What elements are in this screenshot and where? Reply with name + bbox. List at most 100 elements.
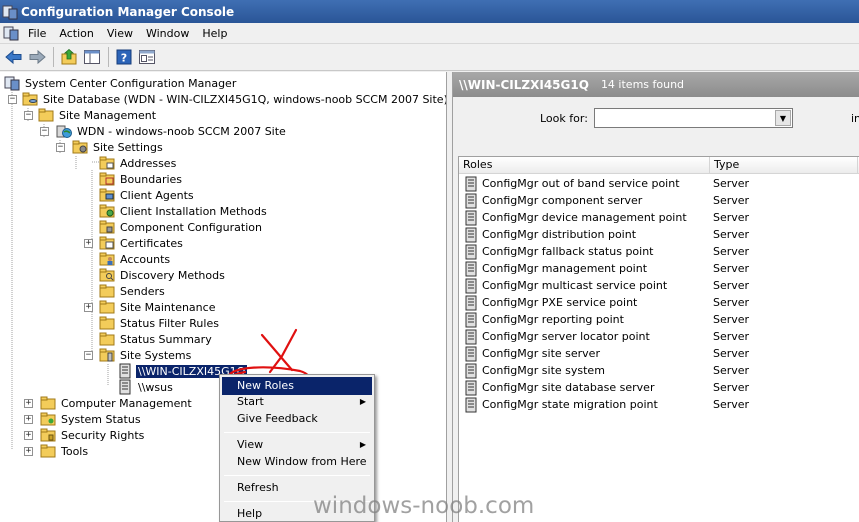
tree-node-client-installation-methods[interactable]: Client Installation Methods <box>99 203 269 219</box>
role-cell: ConfigMgr site server <box>463 346 600 362</box>
table-row[interactable]: ConfigMgr site database server Server <box>459 379 859 396</box>
table-row[interactable]: ConfigMgr distribution point Server <box>459 226 859 243</box>
type-cell: Server <box>713 398 750 411</box>
role-cell: ConfigMgr fallback status point <box>463 244 654 260</box>
menu-item-start[interactable]: Start ▶ <box>222 393 372 411</box>
tree-node-accounts[interactable]: Accounts <box>99 251 172 267</box>
security-folder-icon <box>40 428 56 442</box>
table-row[interactable]: ConfigMgr management point Server <box>459 260 859 277</box>
menu-item-new-window-from-here[interactable]: New Window from Here <box>222 453 372 471</box>
server-role-icon <box>465 193 477 208</box>
menu-action[interactable]: Action <box>54 27 101 40</box>
table-row[interactable]: ConfigMgr PXE service point Server <box>459 294 859 311</box>
tree-node-discovery-methods[interactable]: Discovery Methods <box>99 267 227 283</box>
collapse-toggle[interactable]: − <box>40 127 49 136</box>
database-folder-icon <box>22 92 38 106</box>
expand-toggle[interactable]: + <box>84 303 93 312</box>
tree-node-computer-management[interactable]: Computer Management <box>40 395 194 411</box>
folder-icon <box>99 300 115 314</box>
type-cell: Server <box>713 364 750 377</box>
help-button[interactable]: ? <box>113 46 135 68</box>
back-button[interactable] <box>3 46 25 68</box>
menu-window[interactable]: Window <box>141 27 197 40</box>
tools-folder-icon <box>40 444 56 458</box>
tree-node-senders[interactable]: Senders <box>99 283 167 299</box>
tree-node-tools[interactable]: Tools <box>40 443 90 459</box>
tree-node-status-filter-rules[interactable]: Status Filter Rules <box>99 315 221 331</box>
expand-toggle[interactable]: + <box>84 239 93 248</box>
column-header-roles[interactable]: Roles <box>459 157 710 174</box>
table-row[interactable]: ConfigMgr device management point Server <box>459 209 859 226</box>
tree-label: Certificates <box>120 236 183 250</box>
role-cell: ConfigMgr component server <box>463 193 642 209</box>
expand-toggle[interactable]: + <box>24 447 33 456</box>
properties-icon <box>139 50 155 64</box>
tree-node-site-systems[interactable]: Site Systems <box>99 347 193 363</box>
tree-node-server-wsus[interactable]: \\wsus <box>117 379 175 395</box>
collapse-toggle[interactable]: − <box>24 111 33 120</box>
table-row[interactable]: ConfigMgr out of band service point Serve… <box>459 175 859 192</box>
column-header-type[interactable]: Type <box>710 157 858 174</box>
collapse-toggle[interactable]: − <box>8 95 17 104</box>
table-row[interactable]: ConfigMgr state migration point Server <box>459 396 859 413</box>
folder-icon <box>99 332 115 346</box>
dropdown-arrow-icon[interactable]: ▼ <box>775 110 791 126</box>
tree-label: Tools <box>61 444 89 458</box>
role-name: ConfigMgr distribution point <box>482 228 637 241</box>
tree-node-boundaries[interactable]: Boundaries <box>99 171 184 187</box>
tree-label: System Center Configuration Manager <box>25 76 237 90</box>
tree-node-certificates[interactable]: Certificates <box>99 235 185 251</box>
server-role-icon <box>465 312 477 327</box>
console-menu-icon[interactable] <box>3 25 19 41</box>
collapse-toggle[interactable]: − <box>56 143 65 152</box>
role-cell: ConfigMgr multicast service point <box>463 278 667 294</box>
tree-node-site-management[interactable]: Site Management <box>38 107 158 123</box>
tree-node-client-agents[interactable]: Client Agents <box>99 187 196 203</box>
expand-toggle[interactable]: + <box>24 431 33 440</box>
expand-toggle[interactable]: + <box>24 415 33 424</box>
server-icon <box>119 379 131 395</box>
expand-toggle[interactable]: + <box>24 399 33 408</box>
menu-bar: File Action View Window Help <box>0 23 859 44</box>
table-row[interactable]: ConfigMgr reporting point Server <box>459 311 859 328</box>
tree-node-addresses[interactable]: Addresses <box>99 155 178 171</box>
menu-view[interactable]: View <box>102 27 141 40</box>
role-cell: ConfigMgr site database server <box>463 380 654 396</box>
show-hide-console-tree-button[interactable] <box>81 46 103 68</box>
tree-node-component-configuration[interactable]: Component Configuration <box>99 219 264 235</box>
collapse-toggle[interactable]: − <box>84 351 93 360</box>
menu-help[interactable]: Help <box>197 27 235 40</box>
look-for-combobox[interactable]: ▼ <box>594 108 793 128</box>
table-row[interactable]: ConfigMgr component server Server <box>459 192 859 209</box>
table-row[interactable]: ConfigMgr server locator point Server <box>459 328 859 345</box>
table-row[interactable]: ConfigMgr fallback status point Server <box>459 243 859 260</box>
tree-node-security-rights[interactable]: Security Rights <box>40 427 146 443</box>
tree-node-system-status[interactable]: System Status <box>40 411 143 427</box>
tree-label: Security Rights <box>61 428 145 442</box>
tree-node-site[interactable]: WDN - windows-noob SCCM 2007 Site <box>56 123 288 139</box>
table-row[interactable]: ConfigMgr site server Server <box>459 345 859 362</box>
tree-label: Site Settings <box>93 140 163 154</box>
tree-node-root[interactable]: System Center Configuration Manager <box>4 75 238 91</box>
forward-button[interactable] <box>26 46 48 68</box>
tree-node-site-database[interactable]: Site Database (WDN - WIN-CILZXI45G1Q, wi… <box>22 91 446 107</box>
menu-item-view[interactable]: View ▶ <box>222 436 372 454</box>
roles-list[interactable]: Roles Type ConfigMgr out of band service… <box>458 156 859 522</box>
type-cell: Server <box>713 313 750 326</box>
type-cell: Server <box>713 279 750 292</box>
menu-item-give-feedback[interactable]: Give Feedback <box>222 410 372 428</box>
status-folder-icon <box>40 412 56 426</box>
forward-arrow-icon <box>29 49 46 65</box>
up-one-level-button[interactable] <box>58 46 80 68</box>
table-row[interactable]: ConfigMgr multicast service point Server <box>459 277 859 294</box>
window-title: Configuration Manager Console <box>21 4 235 19</box>
tree-node-site-maintenance[interactable]: Site Maintenance <box>99 299 217 315</box>
role-cell: ConfigMgr PXE service point <box>463 295 637 311</box>
properties-button[interactable] <box>136 46 158 68</box>
tree-node-status-summary[interactable]: Status Summary <box>99 331 214 347</box>
table-row[interactable]: ConfigMgr site system Server <box>459 362 859 379</box>
folder-icon <box>99 316 115 330</box>
menu-file[interactable]: File <box>23 27 54 40</box>
certificates-folder-icon <box>99 236 115 250</box>
tree-node-site-settings[interactable]: Site Settings <box>72 139 165 155</box>
